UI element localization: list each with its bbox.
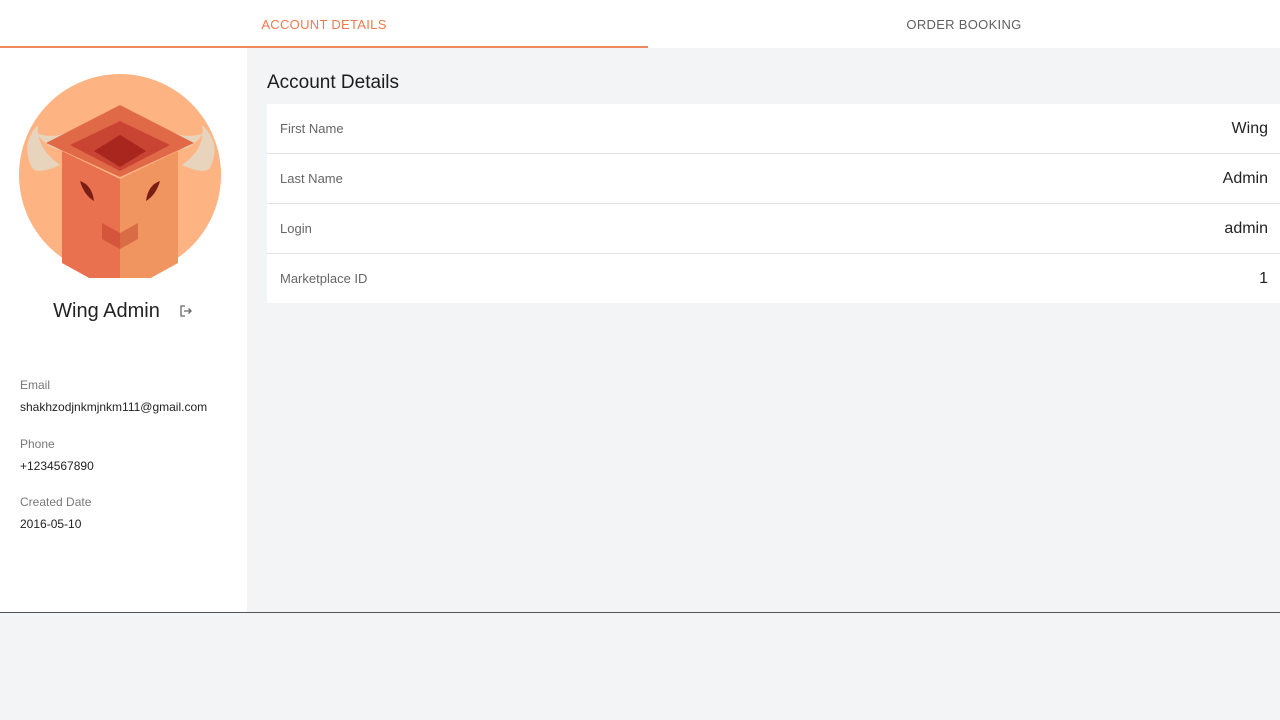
profile-sidebar: Wing Admin Email shakhzodjnkmjnkm111@gma…: [0, 48, 247, 612]
detail-value: Wing: [1231, 119, 1268, 137]
detail-value: Admin: [1222, 169, 1268, 187]
account-details-card: First Name Wing Last Name Admin Login ad…: [267, 104, 1280, 303]
phone-value: +1234567890: [20, 459, 94, 473]
page-title: Account Details: [267, 72, 400, 93]
detail-row-login: Login admin: [267, 204, 1280, 254]
app-window: ACCOUNT DETAILS ORDER BOOKING Wing Admin…: [0, 0, 1280, 613]
tab-order-booking[interactable]: ORDER BOOKING: [648, 0, 1280, 48]
created-date-info: Created Date 2016-05-10: [20, 495, 91, 531]
logout-icon[interactable]: [178, 303, 194, 319]
bull-logo-icon: [18, 73, 223, 295]
created-date-value: 2016-05-10: [20, 517, 82, 531]
detail-key: Login: [280, 221, 312, 236]
email-value: shakhzodjnkmjnkm111@gmail.com: [20, 400, 208, 414]
detail-key: First Name: [280, 121, 344, 136]
email-info: Email shakhzodjnkmjnkm111@gmail.com: [20, 378, 207, 414]
detail-key: Marketplace ID: [280, 271, 368, 286]
detail-row-marketplace-id: Marketplace ID 1: [267, 254, 1280, 303]
detail-row-first-name: First Name Wing: [267, 104, 1280, 154]
phone-info: Phone +1234567890: [20, 437, 94, 473]
user-name: Wing Admin: [53, 299, 160, 322]
phone-label: Phone: [20, 437, 55, 451]
profile-name-row: Wing Admin: [0, 296, 247, 326]
created-date-label: Created Date: [20, 495, 92, 509]
tab-bar: ACCOUNT DETAILS ORDER BOOKING: [0, 0, 1280, 48]
detail-row-last-name: Last Name Admin: [267, 154, 1280, 204]
email-label: Email: [20, 378, 51, 392]
detail-key: Last Name: [280, 171, 343, 186]
detail-value: 1: [1259, 269, 1268, 287]
tab-account-details[interactable]: ACCOUNT DETAILS: [0, 0, 648, 48]
detail-value: admin: [1224, 219, 1268, 237]
